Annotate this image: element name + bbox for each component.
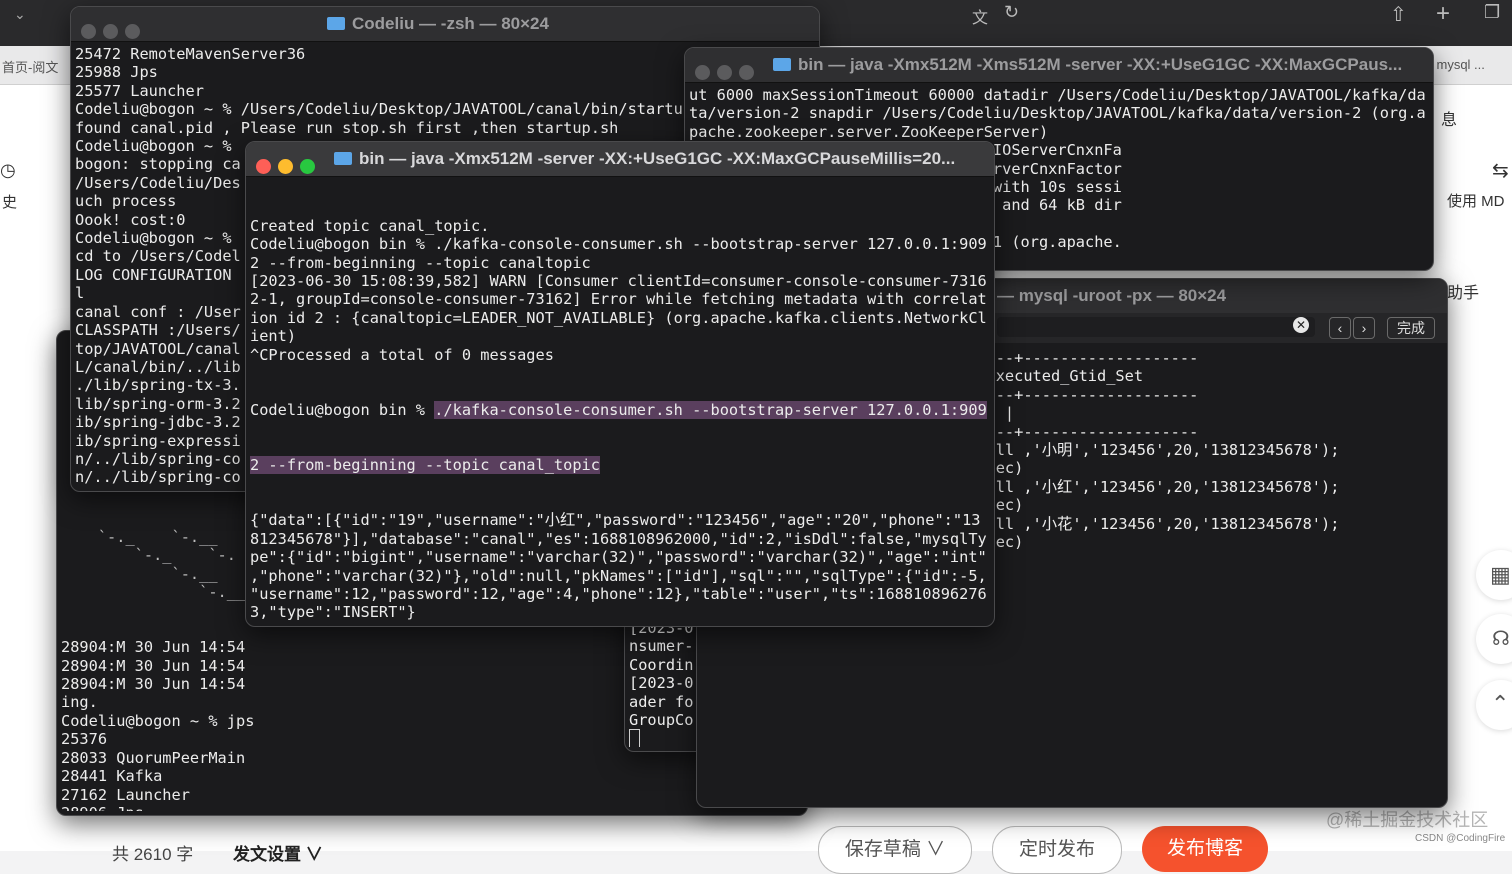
chevron-down-icon[interactable]: ⌄	[14, 6, 26, 23]
window-title: bin — java -Xmx512M -Xms512M -server -XX…	[798, 55, 1402, 74]
markdown-label[interactable]: 使用 MD	[1447, 190, 1505, 211]
terminal-line: {"data":[{"id":"19","username":"小红","pas…	[250, 511, 990, 529]
share-icon[interactable]: ⇧	[1390, 2, 1407, 27]
highlighted-command-cont: 2 --from-beginning --topic canal_topic	[250, 456, 600, 474]
publish-settings-link[interactable]: 发文设置 ∨	[233, 840, 323, 865]
window-title-group: Codeliu — -zsh — 80×24	[327, 7, 549, 41]
minimize-button[interactable]	[103, 24, 118, 39]
save-draft-button[interactable]: 保存草稿 ∨	[818, 826, 972, 874]
watermark: @稀土掘金技术社区	[1326, 806, 1488, 832]
find-next-button[interactable]: ›	[1353, 317, 1375, 339]
terminal-line: 812345678"}],"database":"canal","es":168…	[250, 530, 990, 548]
terminal-line: 28441 Kafka	[61, 767, 803, 785]
folder-icon	[773, 58, 791, 71]
headset-icon: ☊	[1492, 626, 1510, 651]
qr-code-icon: ▦	[1490, 562, 1511, 588]
clock-icon[interactable]: ◷	[0, 160, 16, 181]
find-previous-button[interactable]: ‹	[1329, 317, 1351, 339]
close-button[interactable]	[695, 65, 710, 80]
terminal-line: Created topic canal_topic.	[250, 217, 990, 235]
publish-button[interactable]: 发布博客	[1142, 826, 1268, 872]
chevron-left-icon: ‹	[1338, 320, 1343, 336]
folder-icon	[327, 17, 345, 30]
terminal-line: ta/version-2 snapdir /Users/Codeliu/Desk…	[689, 104, 1429, 122]
schedule-button[interactable]: 定时发布	[992, 826, 1122, 874]
zoom-button[interactable]	[125, 24, 140, 39]
terminal-line: Codeliu@bogon bin % ./kafka-console-cons…	[250, 235, 990, 253]
find-done-button[interactable]: 完成	[1387, 317, 1435, 339]
terminal-line: ^CProcessed a total of 0 messages	[250, 346, 990, 364]
window-title: Codeliu — -zsh — 80×24	[352, 14, 549, 33]
highlighted-command: ./kafka-console-consumer.sh --bootstrap-…	[434, 401, 987, 419]
titlebar[interactable]: bin — java -Xmx512M -Xms512M -server -XX…	[685, 48, 1433, 83]
window-title: bin — java -Xmx512M -server -XX:+UseG1GC…	[359, 149, 955, 168]
terminal-line: 2 --from-beginning --topic canaltopic	[250, 254, 990, 272]
terminal-output: Created topic canal_topic.Codeliu@bogon …	[250, 180, 990, 622]
window-title-group: bin — java -Xmx512M -server -XX:+UseG1GC…	[334, 142, 955, 176]
titlebar[interactable]: Codeliu — -zsh — 80×24	[71, 7, 819, 42]
window-title: — mysql -uroot -px — 80×24	[997, 279, 1226, 313]
bookmark-right[interactable]: l mysql ...	[1430, 57, 1485, 72]
window-title-group: bin — java -Xmx512M -Xms512M -server -XX…	[773, 48, 1402, 82]
terminal-line: "username":12,"password":12,"age":4,"pho…	[250, 585, 990, 603]
titlebar[interactable]: bin — java -Xmx512M -server -XX:+UseG1GC…	[246, 142, 994, 177]
markdown-switch-icon[interactable]: ⇆	[1492, 158, 1509, 183]
terminal-line: Codeliu@bogon bin % ./kafka-console-cons…	[250, 401, 990, 419]
find-input[interactable]	[997, 317, 1315, 337]
terminal-line: ,"phone":"varchar(32)"},"old":null,"pkNa…	[250, 567, 990, 585]
zoom-button[interactable]	[300, 159, 315, 174]
notify-label: 息	[1441, 106, 1457, 130]
translate-icon[interactable]: 文	[972, 4, 988, 28]
terminal-line: ut 6000 maxSessionTimeout 60000 datadir …	[689, 86, 1429, 104]
terminal-line: ient)	[250, 327, 990, 345]
folder-icon	[334, 152, 352, 165]
terminal-line: pache.zookeeper.server.ZooKeeperServer)	[689, 123, 1429, 141]
terminal-line: ion id 2 : {canaltopic=LEADER_NOT_AVAILA…	[250, 309, 990, 327]
close-button[interactable]	[81, 24, 96, 39]
terminal-line: pe":{"id":"bigint","username":"varchar(3…	[250, 548, 990, 566]
assistant-label[interactable]: 助手	[1447, 279, 1479, 303]
word-count: 共 2610 字	[112, 840, 193, 865]
cursor[interactable]	[629, 729, 640, 747]
terminal-line: 28906 Jps	[61, 804, 803, 811]
clear-search-icon[interactable]: ✕	[1293, 317, 1309, 333]
terminal-line: 2 --from-beginning --topic canal_topic	[250, 456, 990, 474]
tabs-overview-icon[interactable]: ❐	[1484, 2, 1500, 23]
terminal-window-consumer[interactable]: bin — java -Xmx512M -server -XX:+UseG1GC…	[245, 141, 995, 627]
terminal-line: [2023-06-30 15:08:39,582] WARN [Consumer…	[250, 272, 990, 290]
terminal-line: 27162 Launcher	[61, 786, 803, 804]
chevron-right-icon: ›	[1362, 320, 1367, 336]
prompt: Codeliu@bogon bin %	[250, 401, 434, 419]
terminal-line: 2-1, groupId=console-consumer-73162] Err…	[250, 290, 990, 308]
history-label: 史	[2, 191, 17, 212]
terminal-line: 3,"type":"INSERT"}	[250, 603, 990, 621]
minimize-button[interactable]	[278, 159, 293, 174]
csdn-mark: CSDN @CodingFire	[1415, 833, 1505, 844]
zoom-button[interactable]	[739, 65, 754, 80]
arrow-up-icon: ⌃	[1491, 691, 1509, 717]
minimize-button[interactable]	[717, 65, 732, 80]
new-tab-icon[interactable]: +	[1436, 0, 1450, 28]
reload-icon[interactable]: ↻	[1004, 2, 1019, 23]
bookmark-left[interactable]: 首页-阅文	[2, 57, 58, 76]
close-button[interactable]	[256, 159, 271, 174]
